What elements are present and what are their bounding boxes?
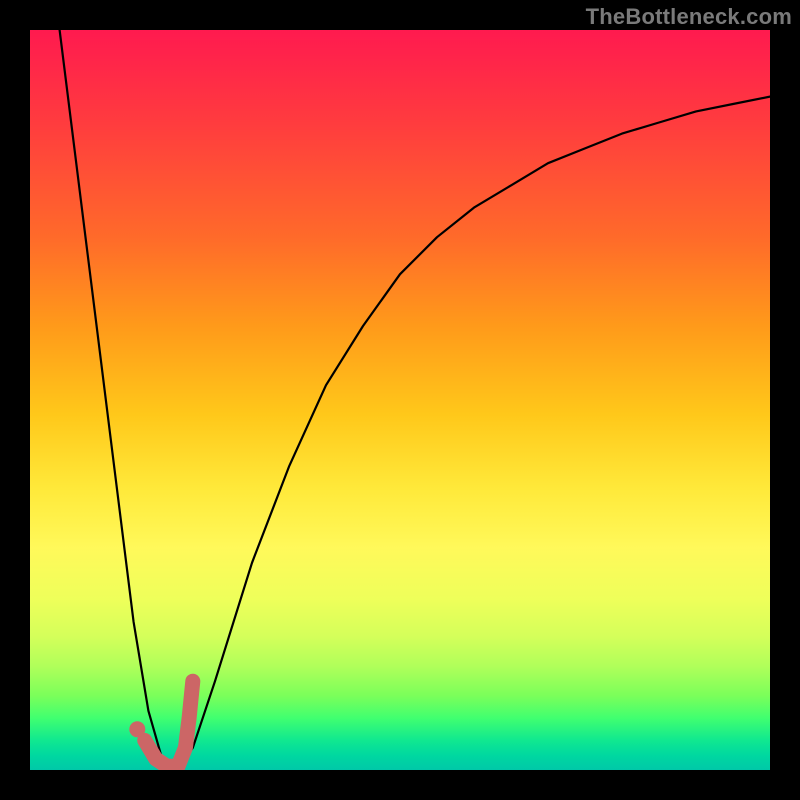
watermark-text: TheBottleneck.com: [586, 4, 792, 30]
plot-area: [30, 30, 770, 770]
bottleneck-curve: [60, 30, 770, 770]
highlight-point: [129, 721, 145, 737]
curve-layer: [30, 30, 770, 770]
chart-frame: TheBottleneck.com: [0, 0, 800, 800]
